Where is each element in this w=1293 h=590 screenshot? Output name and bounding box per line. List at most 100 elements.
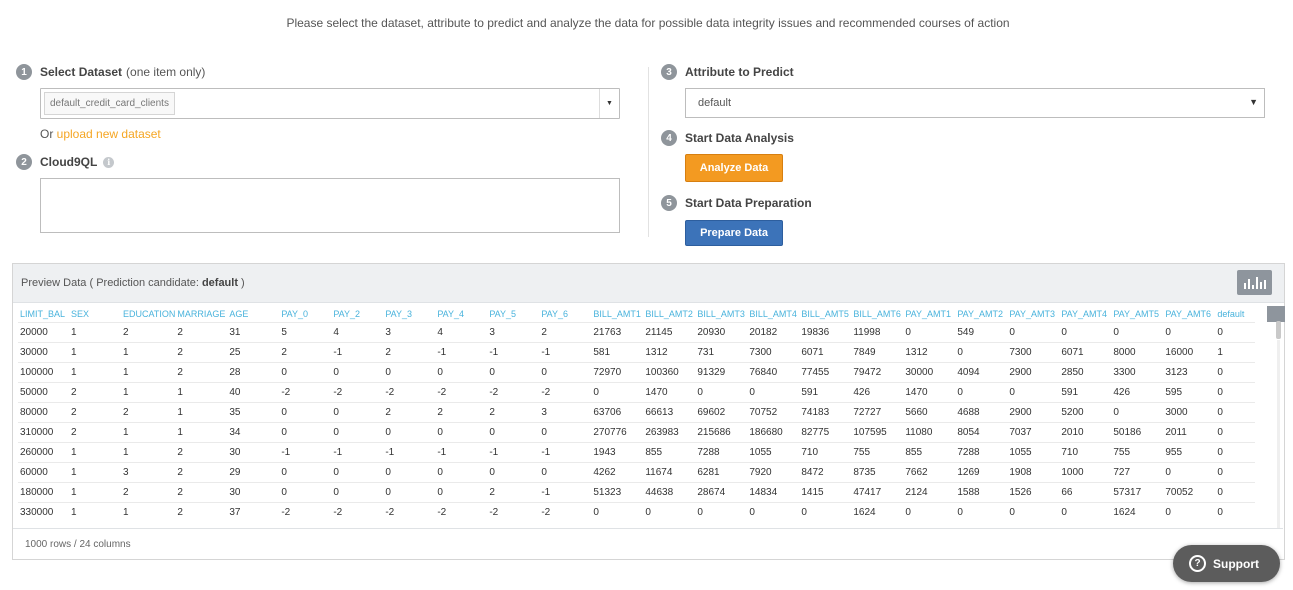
table-cell: 426 bbox=[851, 381, 904, 402]
attribute-value: default bbox=[698, 97, 732, 109]
table-cell: 2 bbox=[175, 321, 228, 342]
table-cell: 0 bbox=[331, 361, 384, 382]
chevron-down-icon[interactable]: ▼ bbox=[599, 89, 619, 118]
table-cell: 1 bbox=[121, 341, 176, 362]
table-cell: 4094 bbox=[955, 361, 1008, 382]
column-header[interactable]: PAY_4 bbox=[435, 306, 487, 322]
table-cell: 0 bbox=[695, 381, 748, 402]
table-cell: 426 bbox=[1111, 381, 1164, 402]
table-cell: 70752 bbox=[747, 401, 800, 422]
table-cell: 0 bbox=[487, 361, 540, 382]
table-cell: 1269 bbox=[955, 461, 1008, 482]
table-cell: 5 bbox=[279, 321, 332, 342]
table-cell: 0 bbox=[1007, 381, 1060, 402]
column-header[interactable]: BILL_AMT2 bbox=[643, 306, 695, 322]
table-cell: 7288 bbox=[695, 441, 748, 462]
scrollbar-track[interactable] bbox=[1277, 340, 1280, 528]
column-header[interactable]: PAY_5 bbox=[487, 306, 539, 322]
table-cell: 0 bbox=[643, 501, 696, 522]
column-header[interactable]: PAY_AMT5 bbox=[1111, 306, 1163, 322]
upload-line: Or upload new dataset bbox=[40, 127, 161, 141]
table-cell: 1 bbox=[69, 341, 121, 362]
info-icon[interactable]: i bbox=[103, 156, 115, 168]
table-cell: 0 bbox=[1163, 321, 1216, 342]
step-number: 1 bbox=[16, 64, 32, 80]
table-cell: -2 bbox=[383, 381, 436, 402]
column-header[interactable]: PAY_6 bbox=[539, 306, 591, 322]
attribute-select[interactable]: default ▼ bbox=[685, 88, 1265, 118]
column-header[interactable]: PAY_AMT3 bbox=[1007, 306, 1059, 322]
column-header[interactable]: PAY_AMT2 bbox=[955, 306, 1007, 322]
column-header[interactable]: EDUCATION bbox=[121, 306, 175, 322]
table-cell: 1 bbox=[69, 461, 121, 482]
table-row: 310000 2 1 1 34 0 0 0 0 0 0 270776 263983 215686 18668… bbox=[18, 421, 1256, 442]
column-header[interactable]: default bbox=[1215, 306, 1255, 322]
table-cell: 1312 bbox=[903, 341, 956, 362]
table-cell: 1908 bbox=[1007, 461, 1060, 482]
table-cell: 79472 bbox=[851, 361, 904, 382]
table-cell: 0 bbox=[1215, 401, 1256, 422]
table-cell: 30000 bbox=[903, 361, 956, 382]
divider bbox=[648, 67, 649, 237]
table-row: 30000 1 1 2 25 2 -1 2 -1 -1 -1 581 1312 731 7300 6071 78… bbox=[18, 341, 1256, 362]
column-header[interactable]: PAY_2 bbox=[331, 306, 383, 322]
table-cell: 21763 bbox=[591, 321, 644, 342]
table-cell: 20182 bbox=[747, 321, 800, 342]
table-cell: 0 bbox=[383, 461, 436, 482]
table-cell: 3 bbox=[383, 321, 436, 342]
column-header[interactable]: BILL_AMT6 bbox=[851, 306, 903, 322]
column-header[interactable]: PAY_AMT6 bbox=[1163, 306, 1215, 322]
column-header[interactable]: PAY_AMT1 bbox=[903, 306, 955, 322]
table-cell: -1 bbox=[279, 441, 332, 462]
table-cell: 0 bbox=[383, 361, 436, 382]
column-header[interactable]: SEX bbox=[69, 306, 121, 322]
table-cell: 16000 bbox=[1163, 341, 1216, 362]
table-cell: 727 bbox=[1111, 461, 1164, 482]
table-cell: 11674 bbox=[643, 461, 696, 482]
support-button[interactable]: ? Support bbox=[1173, 545, 1280, 582]
table-cell: 69602 bbox=[695, 401, 748, 422]
column-header[interactable]: AGE bbox=[227, 306, 279, 322]
table-row: 100000 1 1 2 28 0 0 0 0 0 0 72970 100360 91329 76840 77… bbox=[18, 361, 1256, 382]
table-cell: -2 bbox=[331, 501, 384, 522]
table-cell: 0 bbox=[1215, 421, 1256, 442]
column-header[interactable]: BILL_AMT4 bbox=[747, 306, 799, 322]
prepare-data-button[interactable]: Prepare Data bbox=[685, 220, 783, 246]
table-cell: -1 bbox=[539, 441, 592, 462]
table-cell: 80000 bbox=[18, 401, 69, 422]
table-cell: 0 bbox=[747, 501, 800, 522]
column-header[interactable]: BILL_AMT3 bbox=[695, 306, 747, 322]
chevron-down-icon[interactable]: ▼ bbox=[1249, 97, 1258, 107]
dataset-tag[interactable]: default_credit_card_clients bbox=[44, 92, 175, 115]
column-header[interactable]: PAY_0 bbox=[279, 306, 331, 322]
dataset-select[interactable]: default_credit_card_clients ▼ bbox=[40, 88, 620, 119]
table-cell: 2900 bbox=[1007, 401, 1060, 422]
table-cell: 2 bbox=[121, 481, 176, 502]
column-header[interactable]: PAY_AMT4 bbox=[1059, 306, 1111, 322]
column-header[interactable]: PAY_3 bbox=[383, 306, 435, 322]
column-header[interactable]: MARRIAGE bbox=[175, 306, 227, 322]
analyze-data-button[interactable]: Analyze Data bbox=[685, 154, 783, 182]
table-cell: 1 bbox=[69, 441, 121, 462]
table-cell: 710 bbox=[799, 441, 852, 462]
table-cell: 19836 bbox=[799, 321, 852, 342]
table-cell: 2 bbox=[175, 461, 228, 482]
table-cell: 263983 bbox=[643, 421, 696, 442]
scrollbar-thumb[interactable] bbox=[1276, 321, 1281, 339]
table-cell: 0 bbox=[695, 501, 748, 522]
column-header[interactable]: BILL_AMT5 bbox=[799, 306, 851, 322]
table-cell: 51323 bbox=[591, 481, 644, 502]
table-cell: 72970 bbox=[591, 361, 644, 382]
column-header[interactable]: LIMIT_BAL bbox=[18, 306, 69, 322]
table-cell: 2 bbox=[121, 321, 176, 342]
table-cell: 8472 bbox=[799, 461, 852, 482]
column-header[interactable]: BILL_AMT1 bbox=[591, 306, 643, 322]
intro-text: Please select the dataset, attribute to … bbox=[286, 16, 1010, 30]
table-cell: 8054 bbox=[955, 421, 1008, 442]
table-cell: 7849 bbox=[851, 341, 904, 362]
cloud9ql-textarea[interactable] bbox=[40, 178, 620, 233]
table-cell: 3300 bbox=[1111, 361, 1164, 382]
chart-icon[interactable] bbox=[1237, 270, 1272, 295]
table-cell: 0 bbox=[435, 421, 488, 442]
upload-dataset-link[interactable]: upload new dataset bbox=[57, 127, 161, 141]
